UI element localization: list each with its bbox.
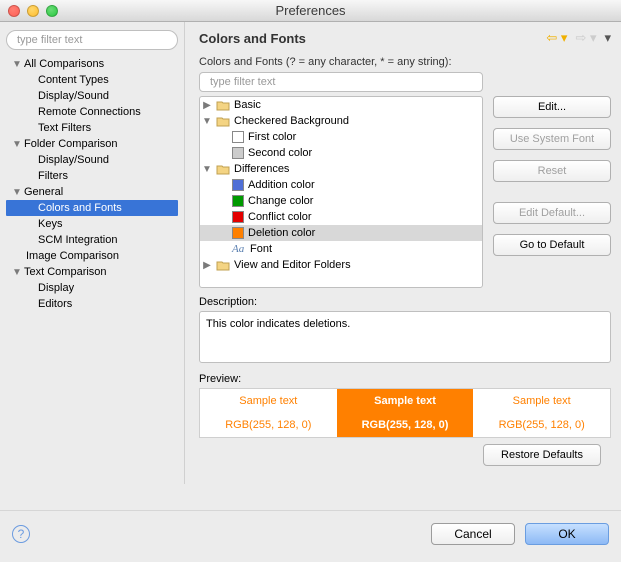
disclosure-down-icon: ▼ (12, 187, 22, 198)
sidebar-item-image-comparison[interactable]: Image Comparison (6, 248, 178, 264)
cancel-button[interactable]: Cancel (431, 523, 515, 545)
colors-tree: ▶Basic ▼Checkered Background First color… (199, 96, 483, 288)
folder-icon (216, 115, 230, 127)
folder-icon (216, 99, 230, 111)
sidebar-item-content-types[interactable]: Content Types (6, 72, 178, 88)
window-titlebar: Preferences (0, 0, 621, 22)
sidebar-item-text-display[interactable]: Display (6, 280, 178, 296)
preview-cell: Sample text (337, 389, 474, 413)
description-text: This color indicates deletions. (199, 311, 611, 363)
description-label: Description: (199, 296, 611, 308)
filter-hint: Colors and Fonts (? = any character, * =… (199, 56, 611, 68)
nav-back-icon[interactable]: ⇦ ▾ (546, 30, 567, 46)
tree-item-second-color[interactable]: Second color (200, 145, 482, 161)
close-icon[interactable] (8, 5, 20, 17)
tree-item-first-color[interactable]: First color (200, 129, 482, 145)
zoom-icon[interactable] (46, 5, 58, 17)
color-swatch (232, 195, 244, 207)
sidebar: type filter text ▼All Comparisons Conten… (0, 22, 185, 484)
sidebar-filter-input[interactable]: type filter text (6, 30, 178, 50)
preview-cell: Sample text (200, 389, 337, 413)
sidebar-item-remote-connections[interactable]: Remote Connections (6, 104, 178, 120)
sidebar-item-text-filters[interactable]: Text Filters (6, 120, 178, 136)
sidebar-item-keys[interactable]: Keys (6, 216, 178, 232)
disclosure-right-icon: ▶ (202, 100, 212, 111)
sidebar-item-general[interactable]: ▼General (6, 184, 178, 200)
tree-item-differences[interactable]: ▼Differences (200, 161, 482, 177)
tree-item-checkered[interactable]: ▼Checkered Background (200, 113, 482, 129)
preview-cell: RGB(255, 128, 0) (337, 413, 474, 437)
sidebar-item-all-comparisons[interactable]: ▼All Comparisons (6, 56, 178, 72)
disclosure-down-icon: ▼ (12, 59, 22, 70)
preview-grid: Sample text Sample text Sample text RGB(… (199, 388, 611, 438)
sidebar-item-scm-integration[interactable]: SCM Integration (6, 232, 178, 248)
tree-item-view-editor-folders[interactable]: ▶View and Editor Folders (200, 257, 482, 273)
page-title: Colors and Fonts (199, 31, 306, 46)
sidebar-item-filters[interactable]: Filters (6, 168, 178, 184)
sidebar-item-text-comparison[interactable]: ▼Text Comparison (6, 264, 178, 280)
edit-button[interactable]: Edit... (493, 96, 611, 118)
tree-item-conflict-color[interactable]: Conflict color (200, 209, 482, 225)
tree-item-deletion-color[interactable]: Deletion color (200, 225, 482, 241)
color-swatch (232, 179, 244, 191)
nav-forward-icon: ⇨ ▾ (575, 30, 596, 46)
color-swatch (232, 131, 244, 143)
traffic-lights (8, 5, 58, 17)
restore-defaults-button[interactable]: Restore Defaults (483, 444, 601, 466)
folder-icon (216, 163, 230, 175)
sidebar-tree: ▼All Comparisons Content Types Display/S… (6, 56, 178, 312)
nav-menu-icon[interactable]: ▾ (604, 30, 611, 46)
preview-cell: Sample text (473, 389, 610, 413)
sidebar-item-folder-display-sound[interactable]: Display/Sound (6, 152, 178, 168)
ok-button[interactable]: OK (525, 523, 609, 545)
disclosure-down-icon: ▼ (12, 139, 22, 150)
main-panel: Colors and Fonts ⇦ ▾ ⇨ ▾ ▾ Colors and Fo… (185, 22, 621, 484)
use-system-font-button: Use System Font (493, 128, 611, 150)
disclosure-down-icon: ▼ (12, 267, 22, 278)
go-to-default-button[interactable]: Go to Default (493, 234, 611, 256)
color-swatch (232, 147, 244, 159)
color-swatch (232, 227, 244, 239)
colors-filter-input[interactable]: type filter text (199, 72, 483, 92)
tree-item-addition-color[interactable]: Addition color (200, 177, 482, 193)
preview-label: Preview: (199, 373, 611, 385)
reset-button: Reset (493, 160, 611, 182)
preview-cell: RGB(255, 128, 0) (200, 413, 337, 437)
disclosure-down-icon: ▼ (202, 164, 212, 175)
tree-item-font[interactable]: AaFont (200, 241, 482, 257)
disclosure-down-icon: ▼ (202, 116, 212, 127)
disclosure-right-icon: ▶ (202, 260, 212, 271)
font-icon: Aa (232, 243, 246, 255)
nav-controls: ⇦ ▾ ⇨ ▾ ▾ (546, 30, 611, 46)
sidebar-item-editors[interactable]: Editors (6, 296, 178, 312)
sidebar-item-display-sound[interactable]: Display/Sound (6, 88, 178, 104)
dialog-footer: ? Cancel OK (0, 510, 621, 556)
window-title: Preferences (0, 0, 621, 22)
sidebar-item-folder-comparison[interactable]: ▼Folder Comparison (6, 136, 178, 152)
preview-cell: RGB(255, 128, 0) (473, 413, 610, 437)
tree-item-basic[interactable]: ▶Basic (200, 97, 482, 113)
edit-default-button: Edit Default... (493, 202, 611, 224)
minimize-icon[interactable] (27, 5, 39, 17)
color-swatch (232, 211, 244, 223)
folder-icon (216, 259, 230, 271)
tree-item-change-color[interactable]: Change color (200, 193, 482, 209)
sidebar-item-colors-fonts[interactable]: Colors and Fonts (6, 200, 178, 216)
help-icon[interactable]: ? (12, 525, 30, 543)
